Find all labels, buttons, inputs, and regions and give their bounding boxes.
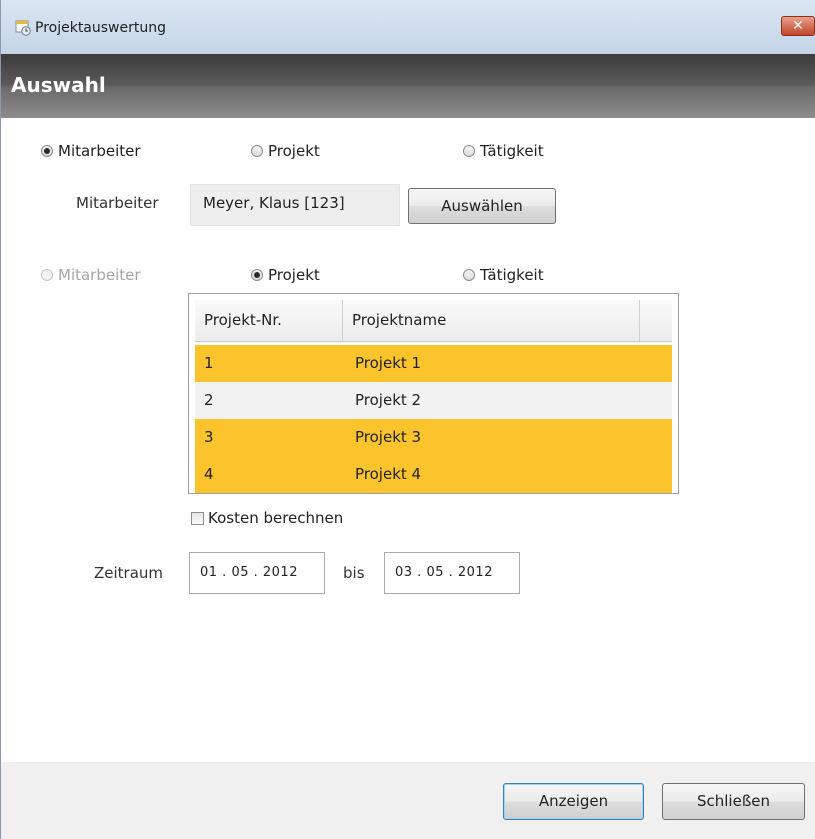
column-header-nr[interactable]: Projekt-Nr. — [195, 300, 343, 341]
title-bar: Projektauswertung ✕ — [1, 0, 815, 54]
column-header-name[interactable]: Projektname — [343, 300, 640, 341]
radio-label: Tätigkeit — [480, 266, 544, 284]
section-header: Auswahl — [1, 54, 815, 118]
radio-selected-icon — [41, 145, 53, 157]
table-row[interactable]: 4 Projekt 4 — [195, 456, 672, 493]
close-icon[interactable]: ✕ — [781, 16, 815, 36]
radio-label: Mitarbeiter — [58, 142, 141, 160]
checkbox-unchecked-icon — [191, 511, 204, 525]
section-title: Auswahl — [11, 73, 106, 97]
cell-name: Projekt 4 — [355, 465, 422, 483]
window-title: Projektauswertung — [35, 20, 166, 36]
radio-unselected-icon — [463, 269, 475, 281]
radio-projekt-2[interactable]: Projekt — [251, 266, 320, 284]
app-icon — [15, 20, 31, 36]
cell-nr: 1 — [204, 354, 214, 372]
radio-label: Projekt — [268, 266, 320, 284]
select-employee-button[interactable]: Auswählen — [408, 188, 556, 224]
radio-disabled-icon — [41, 269, 53, 281]
close-button[interactable]: Schließen — [662, 783, 805, 820]
cell-name: Projekt 1 — [355, 354, 422, 372]
radio-label: Mitarbeiter — [58, 266, 141, 284]
cell-nr: 2 — [204, 391, 214, 409]
radio-taetigkeit-2[interactable]: Tätigkeit — [463, 266, 544, 284]
employee-field[interactable]: Meyer, Klaus [123] — [190, 184, 400, 226]
radio-projekt-1[interactable]: Projekt — [251, 142, 320, 160]
date-from-input[interactable]: 01 . 05 . 2012 — [189, 552, 325, 594]
table-row[interactable]: 1 Projekt 1 — [195, 345, 672, 382]
cell-nr: 3 — [204, 428, 214, 446]
cell-name: Projekt 3 — [355, 428, 422, 446]
radio-label: Tätigkeit — [480, 142, 544, 160]
radio-unselected-icon — [251, 145, 263, 157]
table-row[interactable]: 2 Projekt 2 — [195, 382, 672, 419]
costs-checkbox[interactable]: Kosten berechnen — [191, 509, 343, 527]
show-button[interactable]: Anzeigen — [503, 783, 644, 820]
radio-mitarbeiter-2: Mitarbeiter — [41, 266, 141, 284]
date-to-input[interactable]: 03 . 05 . 2012 — [384, 552, 520, 594]
table-header: Projekt-Nr. Projektname — [195, 300, 672, 342]
costs-label: Kosten berechnen — [208, 509, 344, 527]
period-label: Zeitraum — [94, 564, 164, 582]
column-header-filler — [640, 300, 672, 341]
cell-name: Projekt 2 — [355, 391, 422, 409]
radio-mitarbeiter-1[interactable]: Mitarbeiter — [41, 142, 141, 160]
dialog-window: Projektauswertung ✕ Auswahl Mitarbeiter … — [0, 0, 815, 839]
radio-selected-icon — [251, 269, 263, 281]
employee-label: Mitarbeiter — [76, 194, 159, 212]
period-separator: bis — [343, 564, 365, 582]
projects-table: Projekt-Nr. Projektname 1 Projekt 1 2 Pr… — [188, 293, 679, 494]
dialog-footer: Anzeigen Schließen — [1, 762, 815, 839]
table-row[interactable]: 3 Projekt 3 — [195, 419, 672, 456]
radio-label: Projekt — [268, 142, 320, 160]
radio-unselected-icon — [463, 145, 475, 157]
radio-taetigkeit-1[interactable]: Tätigkeit — [463, 142, 544, 160]
cell-nr: 4 — [204, 465, 214, 483]
